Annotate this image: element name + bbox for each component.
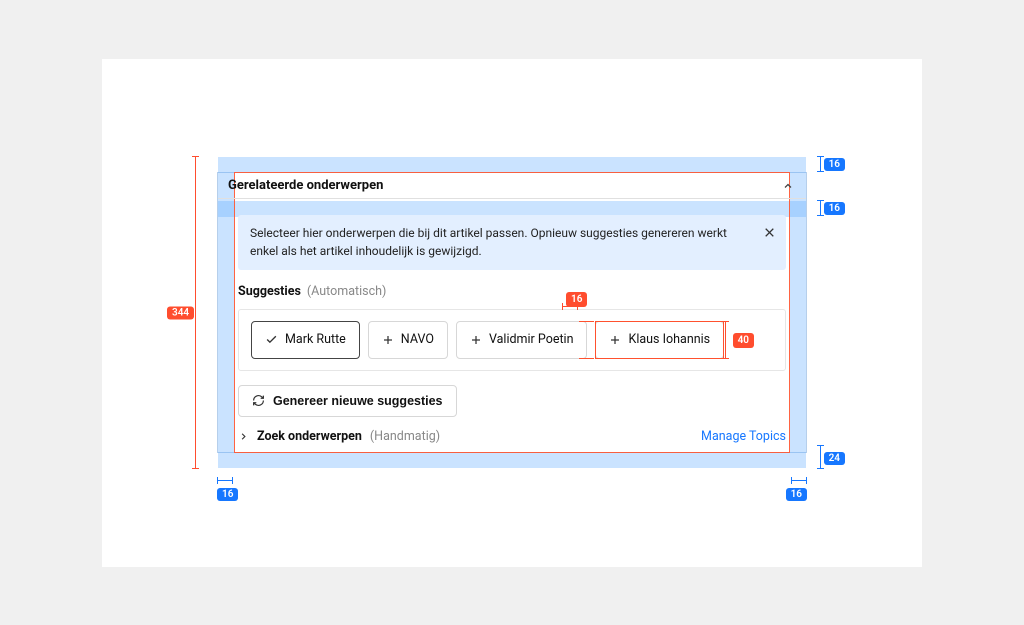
measure-left-pad-cap1: [217, 477, 218, 484]
close-icon[interactable]: [763, 226, 776, 239]
chip-label: Validmir Poetin: [489, 332, 574, 347]
height-measure-bar: [195, 156, 196, 469]
right-pad-badge: 16: [786, 488, 807, 501]
related-topics-panel: Gerelateerde onderwerpen Selecteer hier …: [217, 172, 807, 453]
chip-label: Klaus Iohannis: [628, 332, 710, 347]
panel-header[interactable]: Gerelateerde onderwerpen: [218, 173, 806, 199]
measure-header-gap-bar: [820, 200, 821, 216]
height-measure-cap-bottom: [192, 468, 199, 469]
design-canvas: 344 16 16 24 16 16: [102, 59, 922, 567]
bottom-right-badge: 24: [824, 452, 845, 465]
chip-row-wrap: 16 Mark Rutte: [238, 309, 786, 371]
panel-title: Gerelateerde onderwerpen: [228, 178, 383, 193]
chip-gap-bar: [562, 306, 578, 307]
height-measure-cap-top: [192, 156, 199, 157]
search-topics-sublabel: (Handmatig): [370, 429, 440, 444]
measure-bottom-right-cap1: [817, 468, 824, 469]
chip-height-cap1: [722, 321, 729, 322]
height-badge: 344: [167, 306, 194, 319]
left-pad-badge: 16: [217, 488, 238, 501]
chip-height-cap2: [722, 358, 729, 359]
chip-iohannis[interactable]: Klaus Iohannis: [595, 321, 724, 359]
chip-navo[interactable]: NAVO: [368, 321, 448, 359]
generate-suggestions-button[interactable]: Genereer nieuwe suggesties: [238, 385, 457, 417]
plus-icon: [470, 334, 482, 346]
chip-height-badge: 40: [733, 333, 754, 348]
measure-right-pad-cap2: [791, 477, 792, 484]
measure-left-pad-bar: [217, 480, 233, 481]
manage-topics-link[interactable]: Manage Topics: [701, 429, 786, 444]
measure-bottom-right-bar: [820, 445, 821, 469]
search-topics-toggle[interactable]: Zoek onderwerpen (Handmatig): [238, 429, 440, 444]
check-icon: [265, 333, 278, 346]
chip-poetin[interactable]: Validmir Poetin: [456, 321, 588, 359]
highlight-bottom: [218, 452, 806, 468]
chevron-right-icon: [238, 431, 249, 442]
suggestions-sublabel: (Automatisch): [307, 284, 386, 299]
chip-label: NAVO: [401, 332, 434, 347]
info-banner: Selecteer hier onderwerpen die bij dit a…: [238, 215, 786, 270]
suggestions-label: Suggesties: [238, 284, 301, 299]
chip-mark-rutte[interactable]: Mark Rutte: [251, 321, 360, 359]
highlight-top: [218, 157, 806, 173]
plus-icon: [382, 334, 394, 346]
info-text: Selecteer hier onderwerpen die bij dit a…: [250, 225, 753, 260]
search-topics-label: Zoek onderwerpen: [257, 429, 362, 444]
header-gap-badge: 16: [824, 202, 845, 215]
generate-label: Genereer nieuwe suggesties: [273, 394, 443, 408]
measure-top-outer-cap2: [817, 171, 824, 172]
chip-gap-cap2: [577, 303, 578, 310]
chip-label: Mark Rutte: [285, 332, 346, 347]
chip-height-bar: [725, 321, 726, 359]
measure-right-pad-bar: [791, 480, 807, 481]
panel-wrap: 344 16 16 24 16 16: [217, 172, 807, 453]
plus-icon: [609, 334, 621, 346]
measure-right-pad-cap1: [806, 477, 807, 484]
panel-body: Selecteer hier onderwerpen die bij dit a…: [218, 199, 806, 452]
search-topics-row: Zoek onderwerpen (Handmatig) Manage Topi…: [238, 429, 786, 444]
suggestions-heading: Suggesties (Automatisch): [238, 284, 786, 299]
suggestion-chip-row: Mark Rutte NAVO Validmir P: [238, 309, 786, 371]
measure-header-gap-cap1: [817, 200, 824, 201]
top-gap-badge: 16: [824, 158, 845, 171]
measure-bottom-right-cap2: [817, 445, 824, 446]
chip-gap-cap1: [562, 303, 563, 310]
measure-top-outer-cap1: [817, 156, 824, 157]
refresh-icon: [252, 394, 265, 407]
collapse-icon[interactable]: [782, 180, 794, 192]
measure-top-outer-bar: [820, 156, 821, 172]
measure-header-gap-cap2: [817, 215, 824, 216]
measure-left-pad-cap2: [232, 477, 233, 484]
